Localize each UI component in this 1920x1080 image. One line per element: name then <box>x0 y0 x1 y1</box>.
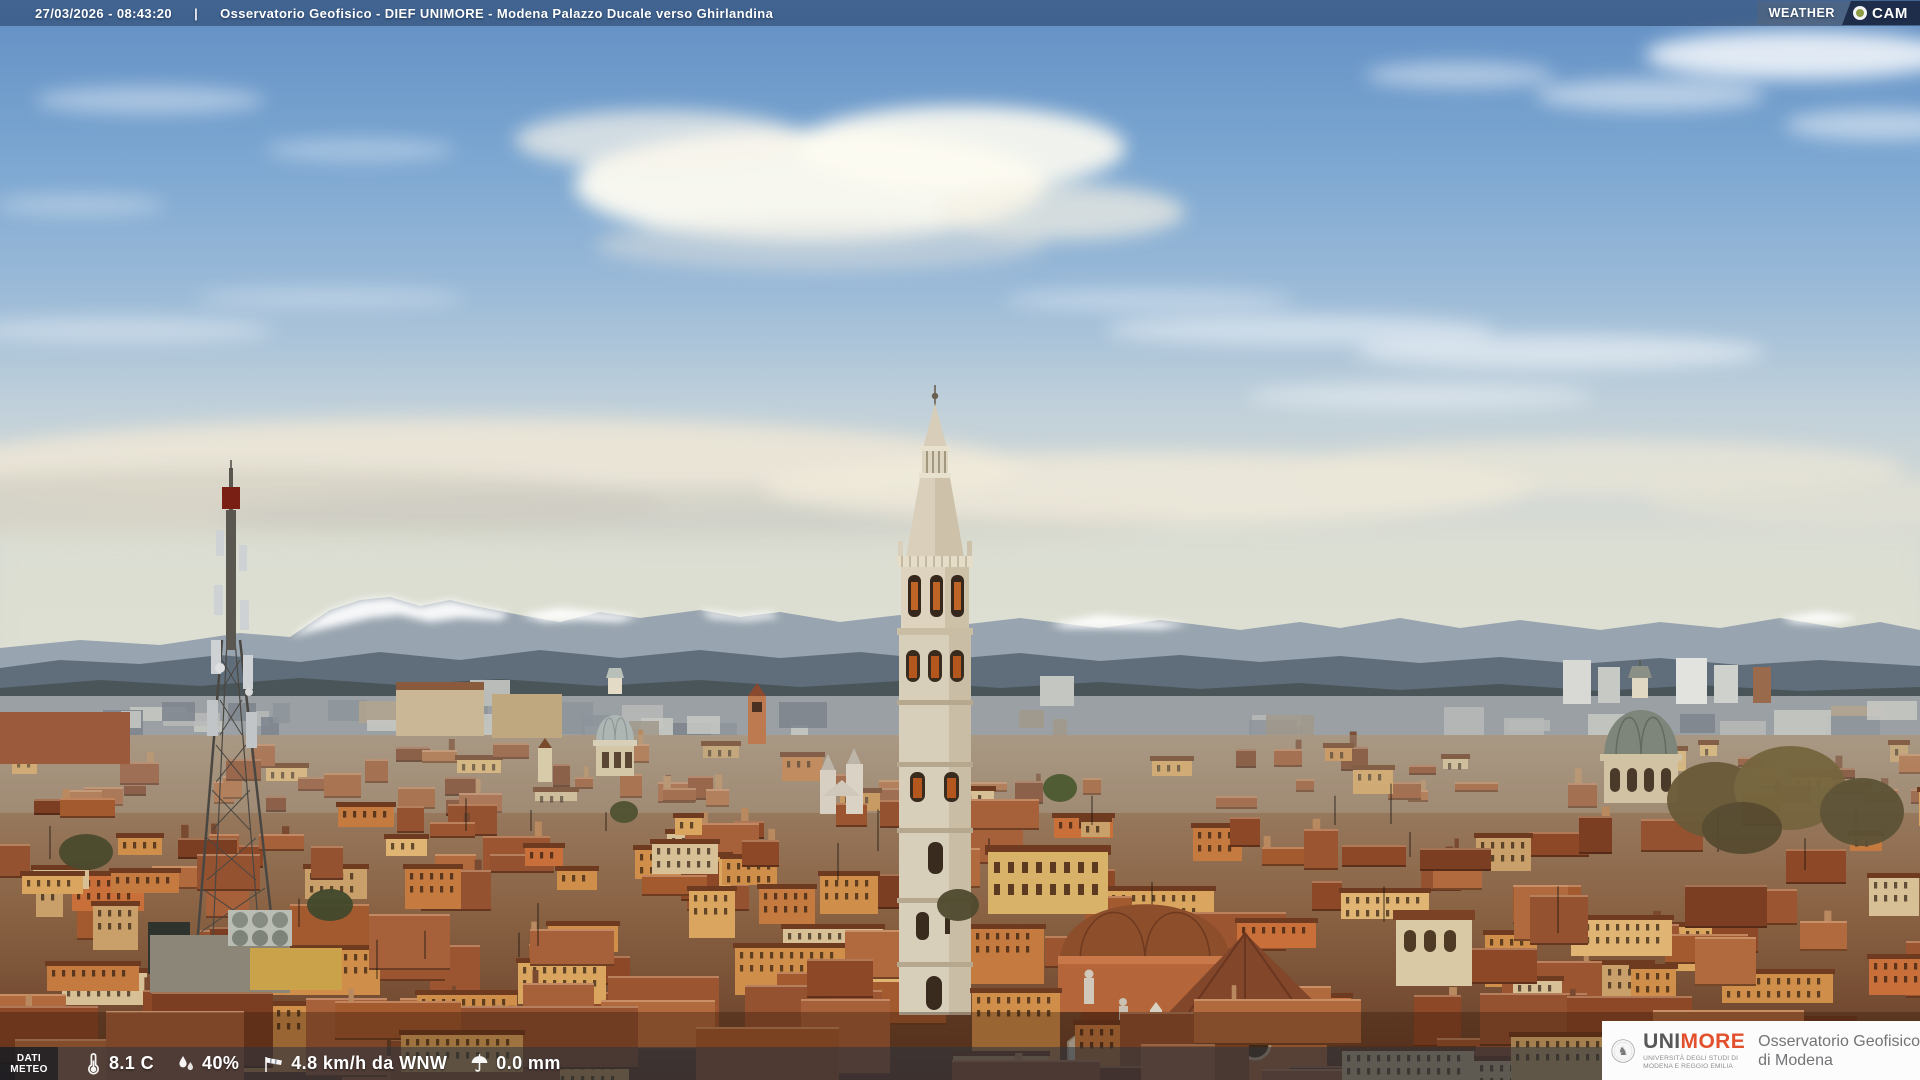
wind-icon <box>261 1053 285 1075</box>
page-title: Osservatorio Geofisico - DIEF UNIMORE - … <box>220 6 773 21</box>
unimore-branding[interactable]: ♞ UNIMORE UNIVERSITÀ DEGLI STUDI DI MODE… <box>1602 1021 1920 1080</box>
statue <box>1084 970 1094 1005</box>
unimore-wordmark: UNIMORE UNIVERSITÀ DEGLI STUDI DI MODENA… <box>1643 1031 1745 1070</box>
seal-knight-glyph: ♞ <box>1618 1045 1628 1057</box>
humidity-value: 40% <box>202 1053 239 1074</box>
unimore-seal: ♞ <box>1611 1027 1635 1075</box>
observatory-name: Osservatorio Geofisico di Modena <box>1758 1032 1920 1070</box>
humidity-reading: 40% <box>176 1053 239 1075</box>
dati-meteo-label: DATI METEO <box>0 1047 58 1080</box>
cam-word: CAM <box>1872 5 1908 22</box>
rain-reading: 0.0 mm <box>469 1053 560 1075</box>
weather-readings: 8.1 C 40% 4.8 km/h da WNW 0.0 <box>83 1053 561 1075</box>
top-info-bar: 27/03/2026 - 08:43:20 | Osservatorio Geo… <box>0 0 1920 26</box>
camera-lens-icon <box>1853 6 1867 20</box>
observatory-line2: di Modena <box>1758 1051 1920 1070</box>
datetime-label: 27/03/2026 - 08:43:20 <box>35 6 172 21</box>
unimore-uni: UNI <box>1643 1030 1680 1053</box>
unimore-subtitle-1: UNIVERSITÀ DEGLI STUDI DI <box>1643 1055 1745 1063</box>
observatory-line1: Osservatorio Geofisico <box>1758 1032 1920 1051</box>
webcam-photo <box>0 0 1920 1080</box>
wind-reading: 4.8 km/h da WNW <box>261 1053 447 1075</box>
loggia-building <box>1393 910 1475 986</box>
dati-line1: DATI <box>17 1053 41 1064</box>
temperature-value: 8.1 C <box>109 1053 154 1074</box>
weathercam-word: WEATHER <box>1769 6 1835 20</box>
temperature-reading: 8.1 C <box>83 1053 154 1075</box>
rain-value: 0.0 mm <box>496 1053 560 1074</box>
unimore-more: MORE <box>1681 1030 1746 1053</box>
unimore-subtitle-2: MODENA E REGGIO EMILIA <box>1643 1063 1745 1071</box>
palace-facade <box>985 845 1111 914</box>
wind-value: 4.8 km/h da WNW <box>291 1053 447 1074</box>
humidity-icon <box>176 1053 196 1075</box>
separator: | <box>194 6 198 21</box>
weathercam-logo[interactable]: WEATHER CAM <box>1757 1 1920 25</box>
thermometer-icon <box>83 1053 103 1075</box>
cam-box: CAM <box>1842 1 1920 25</box>
dati-line2: METEO <box>10 1064 48 1075</box>
rain-icon <box>469 1053 490 1075</box>
